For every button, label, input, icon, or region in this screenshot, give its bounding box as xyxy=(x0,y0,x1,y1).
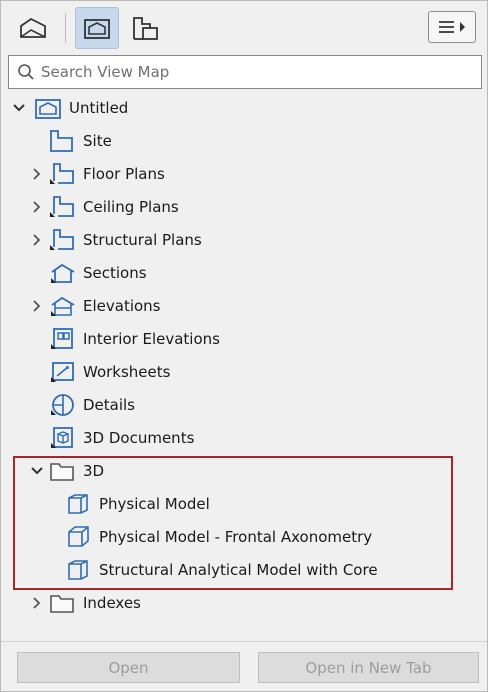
tree-item-label: Site xyxy=(83,131,112,150)
chevron-down-icon[interactable] xyxy=(29,463,45,479)
floor-plan-icon xyxy=(47,159,77,189)
layout-book-tab[interactable] xyxy=(123,7,167,49)
tree-item-structural-analytical-model[interactable]: Structural Analytical Model with Core xyxy=(63,553,378,586)
chevron-right-icon[interactable] xyxy=(29,199,45,215)
open-in-new-tab-button[interactable]: Open in New Tab xyxy=(258,652,479,683)
interior-elevation-icon xyxy=(47,324,77,354)
cube-icon xyxy=(63,522,93,552)
tree-item-sections[interactable]: Sections xyxy=(47,256,147,289)
tree-item-label: Physical Model xyxy=(99,494,210,513)
tree-item-label: Structural Analytical Model with Core xyxy=(99,560,378,579)
toolbar-separator xyxy=(65,13,66,43)
project-map-icon xyxy=(20,17,46,38)
tree-item-label: Indexes xyxy=(83,593,141,612)
tree-item-site[interactable]: Site xyxy=(47,124,112,157)
options-menu-button[interactable] xyxy=(428,11,476,43)
tree-item-physical-model-frontal-axonometry[interactable]: Physical Model - Frontal Axonometry xyxy=(63,520,372,553)
tree-item-label: Structural Plans xyxy=(83,230,202,249)
project-map-tab[interactable] xyxy=(11,7,55,49)
search-field[interactable] xyxy=(8,55,482,89)
floor-plan-icon xyxy=(47,126,77,156)
floor-plan-icon xyxy=(47,225,77,255)
view-map-panel: Untitled Site Floor Plans xyxy=(0,0,488,692)
open-button[interactable]: Open xyxy=(17,652,240,683)
cube-icon xyxy=(63,555,93,585)
tree-item-interior-elevations[interactable]: Interior Elevations xyxy=(47,322,220,355)
tree-item-label: Interior Elevations xyxy=(83,329,220,348)
floor-plan-icon xyxy=(47,192,77,222)
house-icon xyxy=(33,93,63,123)
tree-item-label: Floor Plans xyxy=(83,164,165,183)
tree-item-indexes[interactable]: Indexes xyxy=(29,586,141,619)
section-icon xyxy=(47,258,77,288)
chevron-right-icon[interactable] xyxy=(29,298,45,314)
chevron-right-icon[interactable] xyxy=(29,166,45,182)
tree-item-floor-plans[interactable]: Floor Plans xyxy=(29,157,165,190)
toolbar xyxy=(1,1,487,51)
tree-item-label: 3D xyxy=(83,461,105,480)
tree-item-label: Sections xyxy=(83,263,147,282)
view-tree: Untitled Site Floor Plans Ceiling Plans … xyxy=(1,91,487,636)
tree-item-worksheets[interactable]: Worksheets xyxy=(47,355,170,388)
chevron-right-icon[interactable] xyxy=(29,595,45,611)
tree-item-3d-folder[interactable]: 3D xyxy=(29,454,104,487)
tree-item-label: Elevations xyxy=(83,296,161,315)
chevron-down-icon[interactable] xyxy=(11,100,27,116)
tree-item-ceiling-plans[interactable]: Ceiling Plans xyxy=(29,190,179,223)
tree-item-label: Ceiling Plans xyxy=(83,197,179,216)
view-map-tab[interactable] xyxy=(75,7,119,49)
layout-book-icon xyxy=(133,17,158,40)
detail-icon xyxy=(47,390,77,420)
tree-item-label: Details xyxy=(83,395,136,414)
footer-bar: Open Open in New Tab xyxy=(1,641,487,691)
tree-item-structural-plans[interactable]: Structural Plans xyxy=(29,223,202,256)
folder-icon xyxy=(47,456,77,486)
search-input[interactable] xyxy=(41,57,481,87)
tree-item-untitled[interactable]: Untitled xyxy=(11,91,128,124)
folder-icon xyxy=(47,588,77,618)
tree-item-elevations[interactable]: Elevations xyxy=(29,289,161,322)
elevation-icon xyxy=(47,291,77,321)
chevron-right-icon[interactable] xyxy=(29,232,45,248)
tree-item-3d-documents[interactable]: 3D Documents xyxy=(47,421,194,454)
cube-icon xyxy=(63,489,93,519)
menu-icon xyxy=(439,21,465,33)
3d-document-icon xyxy=(47,423,77,453)
tree-item-label: Worksheets xyxy=(83,362,171,381)
tree-item-physical-model[interactable]: Physical Model xyxy=(63,487,210,520)
tree-item-label: Physical Model - Frontal Axonometry xyxy=(99,527,373,546)
view-map-icon xyxy=(84,19,110,39)
tree-item-label: Untitled xyxy=(69,98,129,117)
worksheet-icon xyxy=(47,357,77,387)
search-icon xyxy=(11,56,41,88)
tree-item-label: 3D Documents xyxy=(83,428,195,447)
tree-item-details[interactable]: Details xyxy=(47,388,135,421)
